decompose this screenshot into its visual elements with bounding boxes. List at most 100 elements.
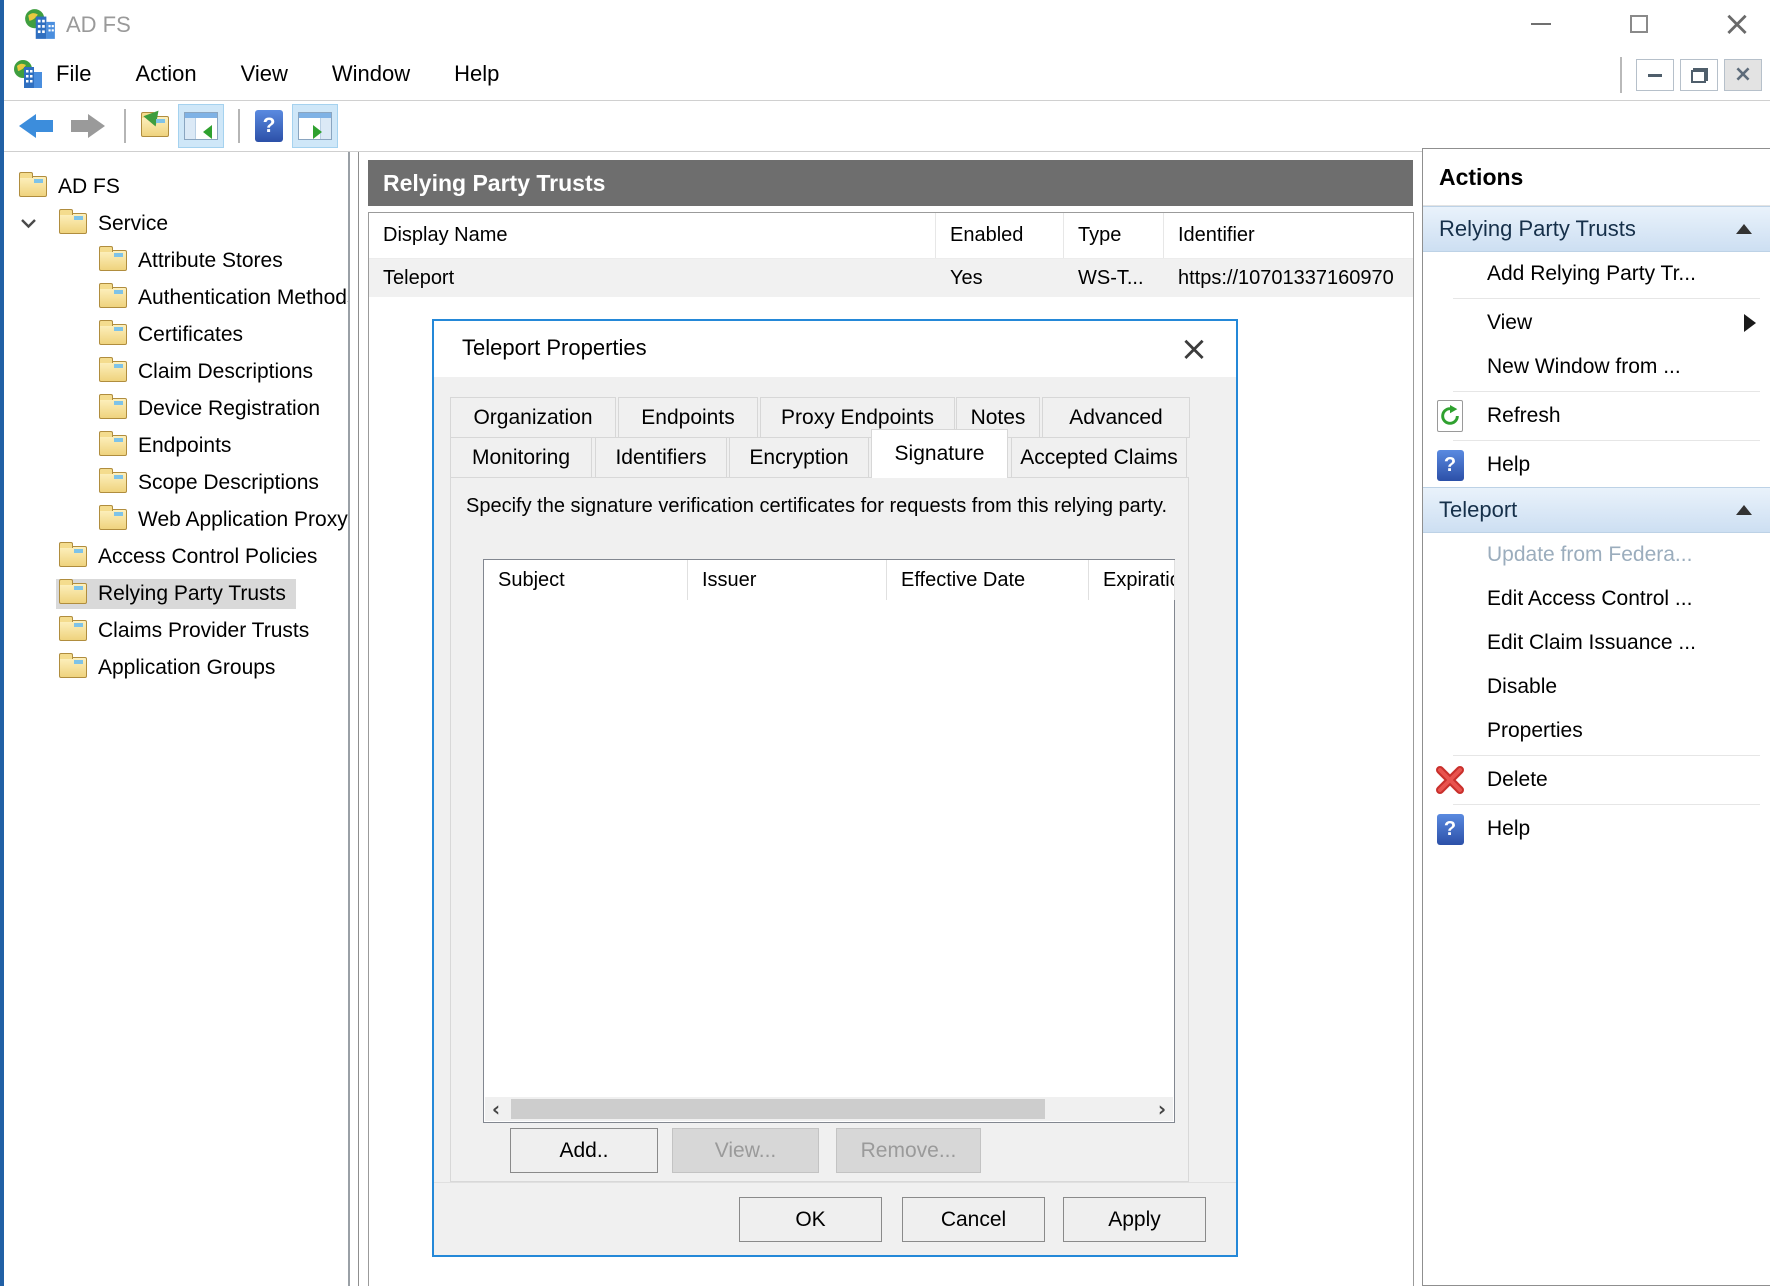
action-refresh[interactable]: Refresh bbox=[1423, 394, 1770, 438]
dialog-title-bar: Teleport Properties × bbox=[434, 321, 1236, 377]
folder-icon bbox=[99, 509, 127, 530]
folder-icon bbox=[59, 546, 87, 567]
tree-item-label: Device Registration bbox=[138, 397, 320, 421]
horizontal-scrollbar[interactable]: ‹ › bbox=[485, 1097, 1173, 1121]
action-item-label: Edit Access Control ... bbox=[1487, 587, 1692, 611]
action-help[interactable]: ?Help bbox=[1423, 807, 1770, 851]
minimize-button[interactable] bbox=[1518, 4, 1564, 44]
mdi-minimize-button[interactable] bbox=[1636, 59, 1674, 91]
folder-icon bbox=[99, 472, 127, 493]
certificate-list-headers: SubjectIssuerEffective DateExpiration bbox=[484, 560, 1174, 600]
help-icon: ? bbox=[1433, 448, 1467, 482]
menu-item-file[interactable]: File bbox=[56, 61, 91, 87]
column-header-enabled[interactable]: Enabled bbox=[936, 213, 1064, 258]
show-console-tree-button[interactable] bbox=[178, 104, 224, 148]
cert-column-expiration[interactable]: Expiration bbox=[1089, 560, 1175, 600]
tree-item-relying-party-trusts[interactable]: Relying Party Trusts bbox=[4, 575, 348, 612]
tab-identifiers[interactable]: Identifiers bbox=[595, 437, 727, 478]
back-icon bbox=[19, 114, 55, 138]
cancel-button[interactable]: Cancel bbox=[902, 1197, 1045, 1242]
dialog-close-button[interactable]: × bbox=[1174, 329, 1214, 369]
scroll-left-icon[interactable]: ‹ bbox=[485, 1097, 507, 1121]
menu-item-window[interactable]: Window bbox=[332, 61, 410, 87]
action-add-relying-party-tr[interactable]: Add Relying Party Tr... bbox=[1423, 252, 1770, 296]
signature-tab-panel: Specify the signature verification certi… bbox=[450, 477, 1189, 1182]
table-cell-display-name: Teleport bbox=[369, 259, 936, 297]
cert-column-effective-date[interactable]: Effective Date bbox=[887, 560, 1089, 600]
action-properties[interactable]: Properties bbox=[1423, 709, 1770, 753]
tree-item-ad-fs[interactable]: AD FS bbox=[4, 168, 348, 205]
scroll-right-icon[interactable]: › bbox=[1151, 1097, 1173, 1121]
tree-item-device-registration[interactable]: Device Registration bbox=[4, 390, 348, 427]
tree-item-highlight: Access Control Policies bbox=[56, 542, 327, 572]
mdi-separator bbox=[1620, 57, 1622, 93]
export-list-button[interactable] bbox=[136, 104, 174, 148]
tree-item-service[interactable]: Service bbox=[4, 205, 348, 242]
mdi-restore-button[interactable] bbox=[1680, 59, 1718, 91]
actions-group-header-relying-party-trusts[interactable]: Relying Party Trusts bbox=[1423, 206, 1770, 252]
back-button[interactable] bbox=[14, 104, 60, 148]
menu-item-action[interactable]: Action bbox=[135, 61, 196, 87]
actions-group-label: Relying Party Trusts bbox=[1439, 216, 1636, 242]
tree-item-highlight: Relying Party Trusts bbox=[56, 579, 296, 609]
tree-item-claims-provider-trusts[interactable]: Claims Provider Trusts bbox=[4, 612, 348, 649]
tree-item-access-control-policies[interactable]: Access Control Policies bbox=[4, 538, 348, 575]
action-edit-access-control[interactable]: Edit Access Control ... bbox=[1423, 577, 1770, 621]
action-view[interactable]: View bbox=[1423, 301, 1770, 345]
tab-advanced[interactable]: Advanced bbox=[1042, 397, 1190, 438]
action-new-window-from[interactable]: New Window from ... bbox=[1423, 345, 1770, 389]
certificate-list: SubjectIssuerEffective DateExpiration ‹ … bbox=[483, 559, 1175, 1123]
dialog-title: Teleport Properties bbox=[462, 335, 647, 361]
cert-column-issuer[interactable]: Issuer bbox=[688, 560, 887, 600]
mdi-close-button[interactable]: × bbox=[1724, 59, 1762, 91]
tab-monitoring[interactable]: Monitoring bbox=[450, 437, 592, 478]
column-header-display-name[interactable]: Display Name bbox=[369, 213, 936, 258]
tree-item-highlight: Device Registration bbox=[96, 394, 330, 424]
tree-item-scope-descriptions[interactable]: Scope Descriptions bbox=[4, 464, 348, 501]
menu-item-help[interactable]: Help bbox=[454, 61, 499, 87]
help-button[interactable]: ? bbox=[250, 104, 288, 148]
action-item-label: View bbox=[1487, 311, 1532, 335]
tab-encryption[interactable]: Encryption bbox=[729, 437, 869, 478]
tree-item-label: Authentication Methods bbox=[138, 286, 350, 310]
tree-item-certificates[interactable]: Certificates bbox=[4, 316, 348, 353]
action-item-label: Refresh bbox=[1487, 404, 1561, 428]
apply-button[interactable]: Apply bbox=[1063, 1197, 1206, 1242]
tab-accepted-claims[interactable]: Accepted Claims bbox=[1011, 437, 1187, 478]
tree-item-claim-descriptions[interactable]: Claim Descriptions bbox=[4, 353, 348, 390]
tree-item-endpoints[interactable]: Endpoints bbox=[4, 427, 348, 464]
collapse-arrow-icon[interactable] bbox=[1736, 505, 1752, 515]
tree-item-authentication-methods[interactable]: Authentication Methods bbox=[4, 279, 348, 316]
forward-button[interactable] bbox=[64, 104, 110, 148]
tree-item-application-groups[interactable]: Application Groups bbox=[4, 649, 348, 686]
column-header-identifier[interactable]: Identifier bbox=[1164, 213, 1414, 258]
forward-icon bbox=[69, 114, 105, 138]
tree-item-web-application-proxy[interactable]: Web Application Proxy bbox=[4, 501, 348, 538]
show-action-pane-button[interactable] bbox=[292, 104, 338, 148]
add-button[interactable]: Add.. bbox=[510, 1128, 658, 1173]
action-edit-claim-issuance[interactable]: Edit Claim Issuance ... bbox=[1423, 621, 1770, 665]
table-row[interactable]: TeleportYesWS-T...https://10701337160970 bbox=[369, 259, 1413, 297]
tab-signature[interactable]: Signature bbox=[871, 429, 1008, 478]
maximize-button[interactable] bbox=[1616, 4, 1662, 44]
folder-icon bbox=[99, 287, 127, 308]
tab-endpoints[interactable]: Endpoints bbox=[618, 397, 758, 438]
column-header-type[interactable]: Type bbox=[1064, 213, 1164, 258]
tab-organization[interactable]: Organization bbox=[450, 397, 616, 438]
collapse-arrow-icon[interactable] bbox=[1736, 224, 1752, 234]
menu-item-view[interactable]: View bbox=[241, 61, 288, 87]
action-item-label: Update from Federa... bbox=[1487, 543, 1692, 567]
action-separator bbox=[1453, 298, 1760, 299]
action-disable[interactable]: Disable bbox=[1423, 665, 1770, 709]
action-delete[interactable]: Delete bbox=[1423, 758, 1770, 802]
action-item-label: Help bbox=[1487, 817, 1530, 841]
tree-item-attribute-stores[interactable]: Attribute Stores bbox=[4, 242, 348, 279]
action-help[interactable]: ?Help bbox=[1423, 443, 1770, 487]
chevron-down-icon[interactable] bbox=[20, 218, 56, 229]
actions-group-header-teleport[interactable]: Teleport bbox=[1423, 487, 1770, 533]
close-button[interactable]: × bbox=[1714, 4, 1760, 44]
cert-column-subject[interactable]: Subject bbox=[484, 560, 688, 600]
ok-button[interactable]: OK bbox=[739, 1197, 882, 1242]
tree-item-label: Relying Party Trusts bbox=[98, 582, 286, 606]
scrollbar-thumb[interactable] bbox=[511, 1099, 1045, 1119]
